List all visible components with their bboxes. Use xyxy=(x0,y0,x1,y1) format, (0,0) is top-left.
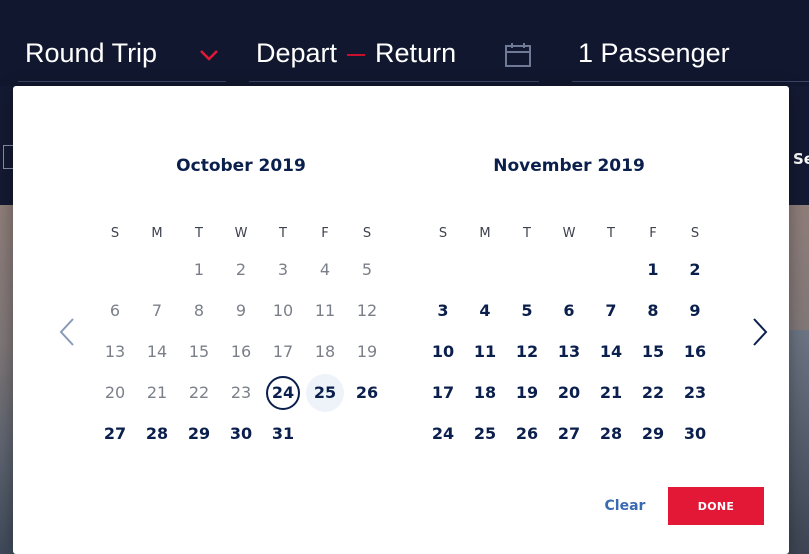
day-cell[interactable]: 29 xyxy=(180,415,218,453)
day-cell[interactable]: 15 xyxy=(634,333,672,371)
passenger-select[interactable]: 1 Passenger xyxy=(572,30,809,82)
day-cell[interactable]: 7 xyxy=(592,292,630,330)
day-cell[interactable]: 14 xyxy=(592,333,630,371)
day-cell[interactable]: 26 xyxy=(508,415,546,453)
search-link-partial[interactable]: Se xyxy=(793,150,809,168)
calendar-icon xyxy=(505,43,531,67)
day-cell[interactable]: 28 xyxy=(138,415,176,453)
day-cell[interactable]: 29 xyxy=(634,415,672,453)
day-cell[interactable]: 6 xyxy=(550,292,588,330)
day-cell[interactable]: 10 xyxy=(424,333,462,371)
day-cell: 16 xyxy=(230,342,252,361)
day-cell[interactable]: 24 xyxy=(266,376,300,410)
day-cell: 4 xyxy=(319,260,331,279)
chevron-left-icon[interactable] xyxy=(55,315,79,349)
day-cell[interactable]: 12 xyxy=(508,333,546,371)
day-cell[interactable]: 1 xyxy=(634,251,672,289)
weekday-header: T xyxy=(279,226,287,241)
weekday-header: S xyxy=(438,226,448,241)
day-cell[interactable]: 24 xyxy=(424,415,462,453)
day-cell: 17 xyxy=(272,342,294,361)
day-cell: 20 xyxy=(104,383,126,402)
day-cell: 11 xyxy=(314,301,336,320)
day-cell: 5 xyxy=(361,260,373,279)
day-cell[interactable]: 23 xyxy=(676,374,714,412)
date-picker-popup: October 2019 S M T W T F S 1 2 3 4 5 6 7 8 9 10 11 12 13 14 1… xyxy=(13,86,789,554)
weekday-header: W xyxy=(562,226,576,241)
weekday-header: M xyxy=(151,226,163,241)
day-cell[interactable]: 19 xyxy=(508,374,546,412)
weekday-header: W xyxy=(234,226,248,241)
day-cell[interactable]: 30 xyxy=(222,415,260,453)
day-cell: 1 xyxy=(193,260,205,279)
passenger-value: 1 Passenger xyxy=(578,38,730,68)
trip-type-value: Round Trip xyxy=(25,38,158,68)
day-cell[interactable]: 11 xyxy=(466,333,504,371)
day-cell: 6 xyxy=(109,301,121,320)
day-cell[interactable]: 18 xyxy=(466,374,504,412)
day-cell: 2 xyxy=(235,260,247,279)
day-cell[interactable]: 26 xyxy=(348,374,386,412)
weekday-header: S xyxy=(690,226,700,241)
day-cell[interactable]: 27 xyxy=(96,415,134,453)
day-cell[interactable]: 22 xyxy=(634,374,672,412)
day-cell[interactable]: 3 xyxy=(424,292,462,330)
depart-label: Depart xyxy=(256,38,338,68)
day-cell[interactable]: 28 xyxy=(592,415,630,453)
day-cell[interactable]: 8 xyxy=(634,292,672,330)
weekday-header: M xyxy=(479,226,491,241)
date-separator xyxy=(347,53,366,56)
weekday-header: T xyxy=(607,226,615,241)
done-button[interactable]: DONE xyxy=(668,487,764,525)
hero-background-edge xyxy=(789,330,809,554)
weekday-header: T xyxy=(523,226,531,241)
day-cell: 9 xyxy=(235,301,247,320)
chevron-right-icon[interactable] xyxy=(748,315,772,349)
day-cell: 3 xyxy=(277,260,289,279)
booking-bar: Round Trip Depart Return 1 Passenger xyxy=(0,0,809,86)
clear-button[interactable]: Clear xyxy=(600,495,650,517)
day-cell: 22 xyxy=(188,383,210,402)
day-cell[interactable]: 9 xyxy=(676,292,714,330)
day-cell: 10 xyxy=(272,301,294,320)
day-cell[interactable]: 2 xyxy=(676,251,714,289)
chevron-down-icon xyxy=(200,50,218,61)
day-cell: 15 xyxy=(188,342,210,361)
dates-value: Depart Return xyxy=(256,38,456,69)
weekday-header: F xyxy=(321,226,329,241)
day-cell: 19 xyxy=(356,342,378,361)
day-cell[interactable]: 16 xyxy=(676,333,714,371)
day-cell: 13 xyxy=(104,342,126,361)
day-cell: 18 xyxy=(314,342,336,361)
return-label: Return xyxy=(375,38,457,68)
weekday-header: T xyxy=(195,226,203,241)
day-cell[interactable]: 31 xyxy=(264,415,302,453)
day-cell: 21 xyxy=(146,383,168,402)
day-cell: 23 xyxy=(230,383,252,402)
weekday-header: F xyxy=(649,226,657,241)
trip-type-select[interactable]: Round Trip xyxy=(18,30,226,82)
day-cell[interactable]: 17 xyxy=(424,374,462,412)
dates-field[interactable]: Depart Return xyxy=(249,30,539,82)
month-title: November 2019 xyxy=(493,156,645,176)
day-cell[interactable]: 27 xyxy=(550,415,588,453)
month-title: October 2019 xyxy=(176,156,306,176)
day-cell: 12 xyxy=(356,301,378,320)
day-cell: 8 xyxy=(193,301,205,320)
day-cell: 7 xyxy=(151,301,163,320)
day-cell: 14 xyxy=(146,342,168,361)
day-cell[interactable]: 13 xyxy=(550,333,588,371)
day-cell[interactable]: 30 xyxy=(676,415,714,453)
day-cell[interactable]: 21 xyxy=(592,374,630,412)
weekday-header: S xyxy=(362,226,372,241)
day-cell[interactable]: 25 xyxy=(306,374,344,412)
weekday-header: S xyxy=(110,226,120,241)
day-cell[interactable]: 4 xyxy=(466,292,504,330)
day-cell[interactable]: 25 xyxy=(466,415,504,453)
day-cell[interactable]: 5 xyxy=(508,292,546,330)
day-cell[interactable]: 20 xyxy=(550,374,588,412)
